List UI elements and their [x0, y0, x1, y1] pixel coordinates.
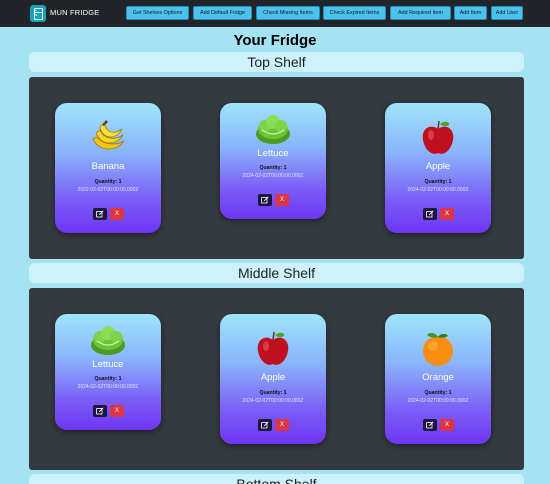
item-name: Orange	[422, 372, 454, 383]
item-card-apple: Apple Quantity: 1 2024-02-02T00:00:00.00…	[220, 314, 326, 444]
item-card-orange: Orange Quantity: 1 2024-02-02T00:00:00.0…	[385, 314, 491, 444]
check-missing-items-button[interactable]: Check Missing Items	[256, 6, 320, 20]
edit-icon	[261, 196, 269, 204]
add-default-fridge-button[interactable]: Add Default Fridge	[193, 6, 252, 20]
item-quantity: Quantity: 1	[94, 179, 122, 185]
edit-item-button[interactable]	[93, 208, 107, 220]
shelf-label-bottom: Bottom Shelf	[29, 474, 524, 484]
edit-icon	[426, 421, 434, 429]
shelf-panel-middle: Lettuce Quantity: 1 2024-02-02T00:00:00.…	[29, 288, 524, 470]
item-card-banana: Banana Quantity: 1 2022-02-02T00:00:00.0…	[55, 103, 161, 233]
banana-icon	[92, 120, 125, 150]
edit-item-button[interactable]	[93, 405, 107, 417]
brand-name[interactable]: MUN FRIDGE	[50, 8, 100, 17]
edit-item-button[interactable]	[423, 419, 437, 431]
item-name: Apple	[260, 372, 286, 383]
delete-item-button[interactable]: X	[440, 208, 454, 220]
get-shelves-options-button[interactable]: Get Shelves Options	[126, 6, 189, 20]
lettuce-icon	[256, 115, 290, 144]
delete-item-button[interactable]: X	[275, 194, 289, 206]
edit-icon	[96, 407, 104, 415]
shelf-label-top: Top Shelf	[29, 52, 524, 72]
item-quantity: Quantity: 1	[424, 390, 452, 396]
lettuce-icon	[91, 326, 125, 355]
item-name: Lettuce	[257, 148, 289, 159]
item-expiry-date: 2024-02-02T00:00:00.000Z	[407, 187, 469, 193]
item-name: Banana	[91, 161, 125, 172]
item-quantity: Quantity: 1	[94, 376, 122, 382]
apple-icon	[257, 331, 289, 365]
add-item-button[interactable]: Add Item	[454, 6, 487, 20]
item-quantity: Quantity: 1	[424, 179, 452, 185]
item-expiry-date: 2022-02-02T00:00:00.000Z	[77, 187, 139, 193]
item-name: Apple	[425, 161, 451, 172]
delete-item-button[interactable]: X	[110, 405, 124, 417]
item-name: Lettuce	[92, 359, 124, 370]
item-card-lettuce: Lettuce Quantity: 1 2024-02-02T00:00:00.…	[55, 314, 161, 430]
check-expired-items-button[interactable]: Check Expired Items	[323, 6, 386, 20]
add-required-item-button[interactable]: Add Required Item	[390, 6, 451, 20]
shelf-label-middle: Middle Shelf	[29, 263, 524, 283]
orange-icon	[423, 332, 453, 366]
fridge-logo-icon[interactable]	[30, 5, 46, 22]
item-card-apple: Apple Quantity: 1 2024-02-02T00:00:00.00…	[385, 103, 491, 233]
item-quantity: Quantity: 1	[259, 165, 287, 171]
add-user-button[interactable]: Add User	[491, 6, 523, 20]
item-quantity: Quantity: 1	[259, 390, 287, 396]
delete-item-button[interactable]: X	[275, 419, 289, 431]
delete-item-button[interactable]: X	[440, 419, 454, 431]
edit-icon	[261, 421, 269, 429]
navbar: MUN FRIDGE Get Shelves Options Add Defau…	[0, 0, 550, 27]
delete-item-button[interactable]: X	[110, 208, 124, 220]
item-expiry-date: 2024-02-02T00:00:00.000Z	[242, 398, 304, 404]
item-expiry-date: 2024-02-02T00:00:00.000Z	[77, 384, 139, 390]
edit-item-button[interactable]	[258, 194, 272, 206]
item-expiry-date: 2024-02-02T00:00:00.000Z	[242, 173, 304, 179]
edit-item-button[interactable]	[423, 208, 437, 220]
page-title: Your Fridge	[233, 32, 317, 49]
edit-item-button[interactable]	[258, 419, 272, 431]
item-card-lettuce: Lettuce Quantity: 1 2024-02-02T00:00:00.…	[220, 103, 326, 219]
apple-icon	[422, 120, 454, 154]
shelf-panel-top: Banana Quantity: 1 2022-02-02T00:00:00.0…	[29, 77, 524, 259]
edit-icon	[426, 210, 434, 218]
edit-icon	[96, 210, 104, 218]
item-expiry-date: 2024-02-02T00:00:00.000Z	[407, 398, 469, 404]
